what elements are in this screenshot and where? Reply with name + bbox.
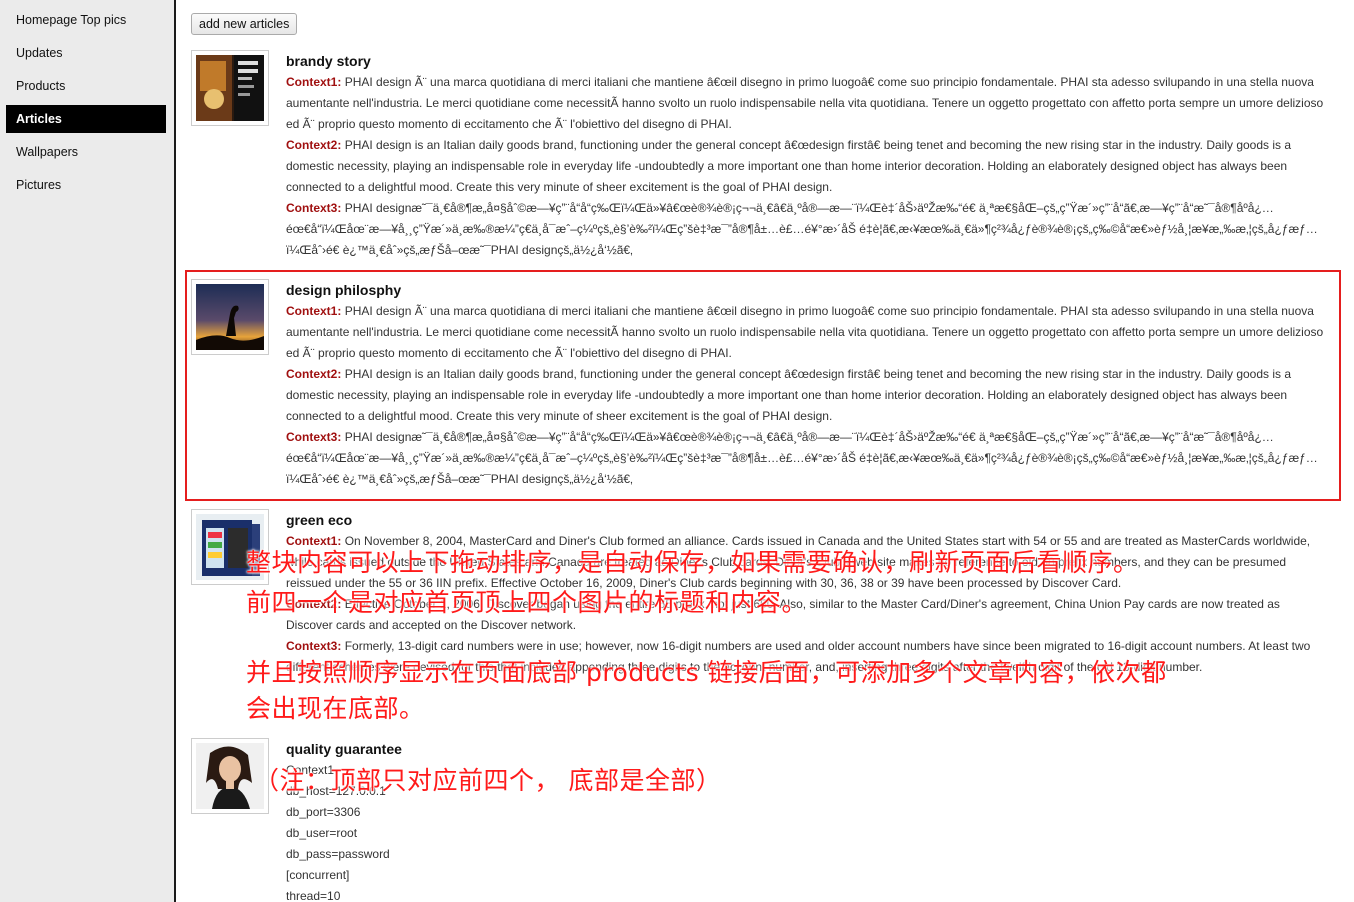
article-content: quality guarantee Context1 db_host=127.0… <box>286 738 1324 902</box>
context-paragraph: Context1: PHAI design Ã¨ una marca quoti… <box>286 72 1324 135</box>
context-label: Context3: <box>286 201 342 215</box>
config-line: db_port=3306 <box>286 805 361 819</box>
article-content: brandy story Context1: PHAI design Ã¨ un… <box>286 50 1324 261</box>
brandy-story-image <box>196 55 264 121</box>
context-text: PHAI design is an Italian daily goods br… <box>286 367 1292 423</box>
annotation-note: （注：顶部只对应前四个， 底部是全部） <box>254 766 722 795</box>
sidebar-item-homepage-top-pics[interactable]: Homepage Top pics <box>6 6 166 34</box>
context-paragraph: Context1: PHAI design Ã¨ una marca quoti… <box>286 301 1324 364</box>
sidebar: Homepage Top pics Updates Products Artic… <box>0 0 176 902</box>
context-label: Context3: <box>286 430 342 444</box>
context-paragraph: Context2: PHAI design is an Italian dail… <box>286 135 1324 198</box>
annotation-drag-sort: 整块内容可以上下拖动排序，是自动保存，如果需要确认，刷新页面后看顺序。 <box>246 548 1139 577</box>
article-thumbnail <box>191 279 269 355</box>
config-line: thread=10 <box>286 889 341 902</box>
sidebar-item-products[interactable]: Products <box>6 72 166 100</box>
annotation-bottom-appear: 会出现在底部。 <box>246 694 425 723</box>
sidebar-item-articles[interactable]: Articles <box>6 105 166 133</box>
context-text: PHAI designæ˜¯ä¸€å®¶æ„å¤§åˆ©æ—¥ç”¨å“å“ç‰… <box>286 201 1318 257</box>
context-label: Context3: <box>286 639 342 653</box>
config-line: [concurrent] <box>286 868 350 882</box>
context-text: PHAI design Ã¨ una marca quotidiana di m… <box>286 304 1324 360</box>
config-line: db_pass=password <box>286 847 390 861</box>
context-label: Context2: <box>286 367 342 381</box>
context-label: Context1: <box>286 304 342 318</box>
sidebar-item-pictures[interactable]: Pictures <box>6 171 166 199</box>
article-title: quality guarantee <box>286 741 402 757</box>
context-text: PHAI designæ˜¯ä¸€å®¶æ„å¤§åˆ©æ—¥ç”¨å“å“ç‰… <box>286 430 1318 486</box>
article-title: design philosphy <box>286 282 402 298</box>
config-line: db_user=root <box>286 826 358 840</box>
context-label: Context1: <box>286 75 342 89</box>
article-title: brandy story <box>286 53 371 69</box>
context-label: Context1: <box>286 534 342 548</box>
context-paragraph: Context3: PHAI designæ˜¯ä¸€å®¶æ„å¤§åˆ©æ—… <box>286 198 1324 261</box>
context-paragraph: Context2: PHAI design is an Italian dail… <box>286 364 1324 427</box>
context-paragraph: Context3: PHAI designæ˜¯ä¸€å®¶æ„å¤§åˆ©æ—… <box>286 427 1324 490</box>
context-label: Context2: <box>286 138 342 152</box>
design-philosophy-image <box>196 284 264 350</box>
annotation-bottom-order: 并且按照顺序显示在页面底部 products 链接后面，可添加多个文章内容，依次… <box>246 658 1167 687</box>
sidebar-item-updates[interactable]: Updates <box>6 39 166 67</box>
context-text: PHAI design is an Italian daily goods br… <box>286 138 1292 194</box>
context-text: PHAI design Ã¨ una marca quotidiana di m… <box>286 75 1324 131</box>
article-content: design philosphy Context1: PHAI design Ã… <box>286 279 1324 490</box>
add-new-articles-button[interactable]: add new articles <box>191 13 298 35</box>
sidebar-menu: Homepage Top pics Updates Products Artic… <box>0 0 174 199</box>
annotation-top-four: 前四一个是对应首页顶上四个图片的标题和内容。 <box>246 588 808 617</box>
article-thumbnail <box>191 50 269 126</box>
sidebar-item-wallpapers[interactable]: Wallpapers <box>6 138 166 166</box>
article-title: green eco <box>286 512 353 528</box>
